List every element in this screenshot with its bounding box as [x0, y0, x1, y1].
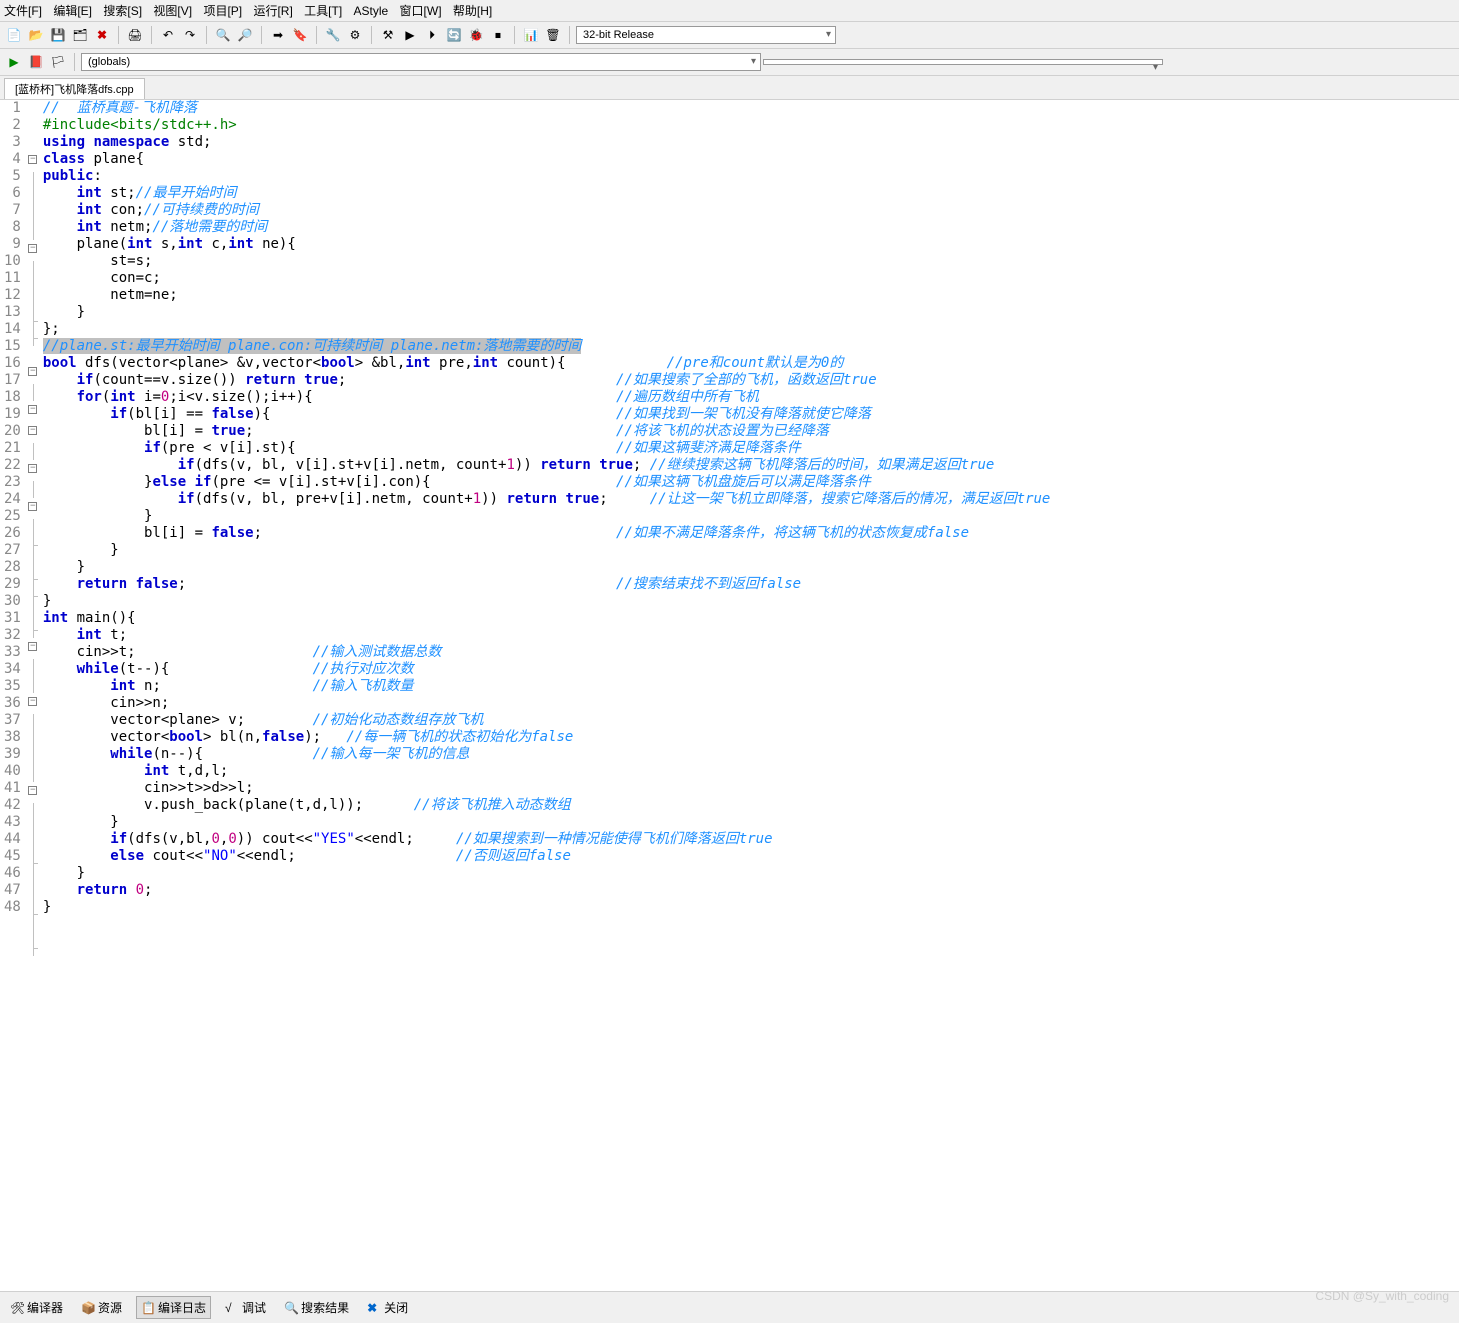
tool-a-icon[interactable]: 🔧	[323, 25, 343, 45]
tab-compiler[interactable]: 🛠编译器	[6, 1297, 67, 1318]
save-all-icon[interactable]: 🗂	[70, 25, 90, 45]
menu-tools[interactable]: 工具[T]	[304, 4, 342, 18]
replace-icon[interactable]: 🔎	[235, 25, 255, 45]
bottom-panel-tabs: 🛠编译器 📦资源 📋编译日志 √调试 🔍搜索结果 ✖关闭	[0, 1291, 1459, 1323]
bug-icon: √	[225, 1301, 239, 1315]
menu-edit[interactable]: 编辑[E]	[53, 4, 92, 18]
menu-window[interactable]: 窗口[W]	[400, 4, 442, 18]
book-icon[interactable]: 📕	[26, 52, 46, 72]
run-green-icon[interactable]: ▶	[4, 52, 24, 72]
rebuild-icon[interactable]: 🔄	[444, 25, 464, 45]
code-area[interactable]: // 蓝桥真题-飞机降落#include<bits/stdc++.h>using…	[39, 100, 1459, 956]
compile-run-icon[interactable]: ⏵	[422, 25, 442, 45]
tab-compile-log[interactable]: 📋编译日志	[136, 1296, 211, 1319]
trash-icon[interactable]: 🗑	[543, 25, 563, 45]
debug-icon[interactable]: 🐞	[466, 25, 486, 45]
close-x-icon: ✖	[367, 1301, 381, 1315]
editor-tabs: [蓝桥杯]飞机降落dfs.cpp	[0, 76, 1459, 100]
compile-icon[interactable]: ⚒	[378, 25, 398, 45]
file-tab[interactable]: [蓝桥杯]飞机降落dfs.cpp	[4, 78, 145, 99]
menu-file[interactable]: 文件[F]	[4, 4, 42, 18]
gear-icon: 🛠	[10, 1301, 24, 1315]
main-toolbar: 📄 📂 💾 🗂 ✖ 🖨 ↶ ↷ 🔍 🔎 ➡ 🔖 🔧 ⚙ ⚒ ▶ ⏵ 🔄 🐞 ⏹ …	[0, 22, 1459, 49]
tab-search-results[interactable]: 🔍搜索结果	[280, 1297, 353, 1318]
flag-icon[interactable]: 🏳	[48, 52, 68, 72]
second-toolbar: ▶ 📕 🏳 (globals)	[0, 49, 1459, 76]
run-icon[interactable]: ▶	[400, 25, 420, 45]
globals-combo[interactable]: (globals)	[81, 53, 761, 71]
watermark: CSDN @Sy_with_coding	[1315, 1289, 1449, 1303]
close-icon[interactable]: ✖	[92, 25, 112, 45]
code-editor[interactable]: 1234567891011121314151617181920212223242…	[0, 100, 1459, 956]
save-icon[interactable]: 💾	[48, 25, 68, 45]
menu-project[interactable]: 项目[P]	[203, 4, 242, 18]
bookmark-icon[interactable]: 🔖	[290, 25, 310, 45]
stop-icon[interactable]: ⏹	[488, 25, 508, 45]
menu-astyle[interactable]: AStyle	[354, 4, 389, 18]
tool-b-icon[interactable]: ⚙	[345, 25, 365, 45]
redo-icon[interactable]: ↷	[180, 25, 200, 45]
symbol-combo[interactable]	[763, 59, 1163, 65]
fold-column[interactable]: −−−−−−−−−−	[27, 100, 39, 956]
menu-view[interactable]: 视图[V]	[153, 4, 192, 18]
build-config-combo[interactable]: 32-bit Release	[576, 26, 836, 44]
tab-close[interactable]: ✖关闭	[363, 1297, 412, 1318]
tab-debug[interactable]: √调试	[221, 1297, 270, 1318]
package-icon: 📦	[81, 1301, 95, 1315]
find-icon[interactable]: 🔍	[213, 25, 233, 45]
log-icon: 📋	[141, 1301, 155, 1315]
menubar: 文件[F] 编辑[E] 搜索[S] 视图[V] 项目[P] 运行[R] 工具[T…	[0, 0, 1459, 22]
menu-help[interactable]: 帮助[H]	[453, 4, 492, 18]
menu-search[interactable]: 搜索[S]	[103, 4, 142, 18]
print-icon[interactable]: 🖨	[125, 25, 145, 45]
profile-icon[interactable]: 📊	[521, 25, 541, 45]
open-file-icon[interactable]: 📂	[26, 25, 46, 45]
tab-resources[interactable]: 📦资源	[77, 1297, 126, 1318]
undo-icon[interactable]: ↶	[158, 25, 178, 45]
new-file-icon[interactable]: 📄	[4, 25, 24, 45]
menu-run[interactable]: 运行[R]	[253, 4, 292, 18]
line-numbers: 1234567891011121314151617181920212223242…	[0, 100, 27, 956]
goto-icon[interactable]: ➡	[268, 25, 288, 45]
search-icon: 🔍	[284, 1301, 298, 1315]
